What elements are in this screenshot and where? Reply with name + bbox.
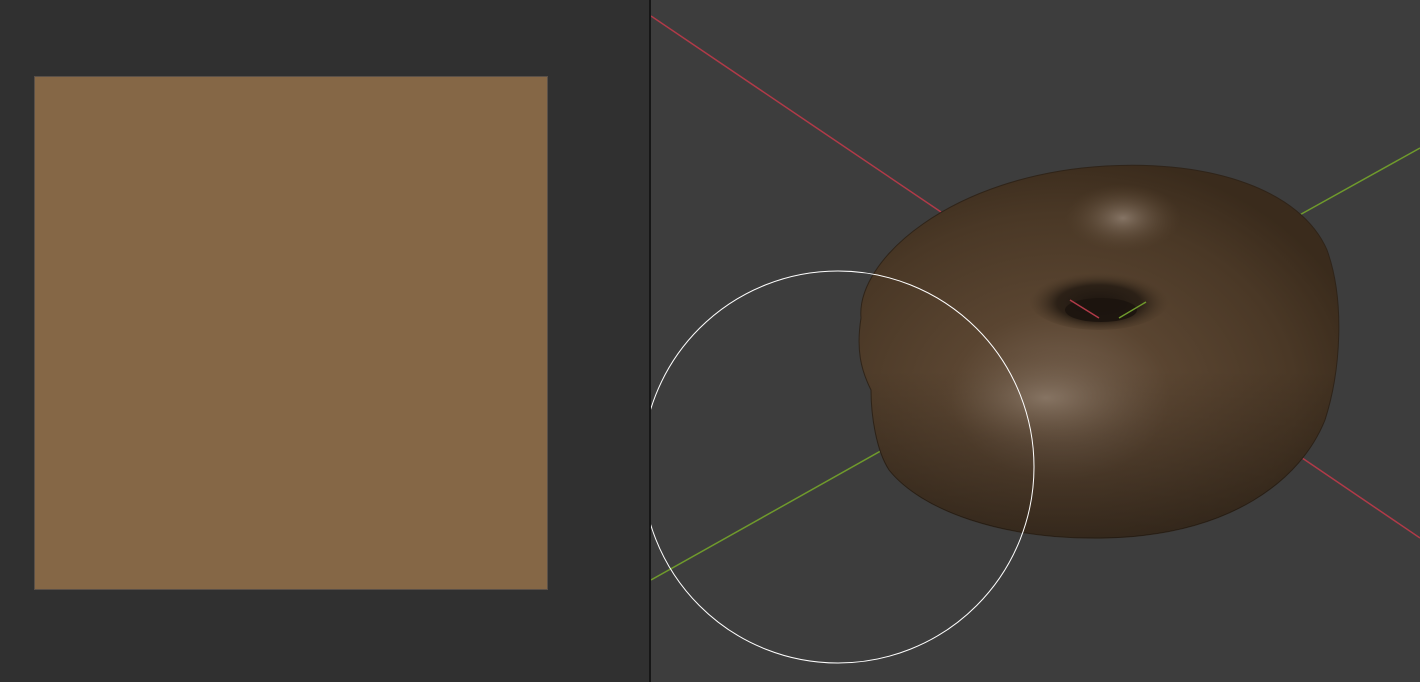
- image-editor-panel[interactable]: [0, 0, 649, 682]
- y-axis-line: [651, 433, 912, 581]
- viewport-scene[interactable]: [651, 0, 1420, 682]
- texture-image[interactable]: [34, 76, 548, 590]
- donut-mesh[interactable]: [858, 164, 1340, 539]
- x-axis-line: [1282, 444, 1420, 539]
- viewport-3d[interactable]: [651, 0, 1420, 682]
- y-axis-line: [1286, 147, 1420, 223]
- x-axis-line: [651, 15, 942, 213]
